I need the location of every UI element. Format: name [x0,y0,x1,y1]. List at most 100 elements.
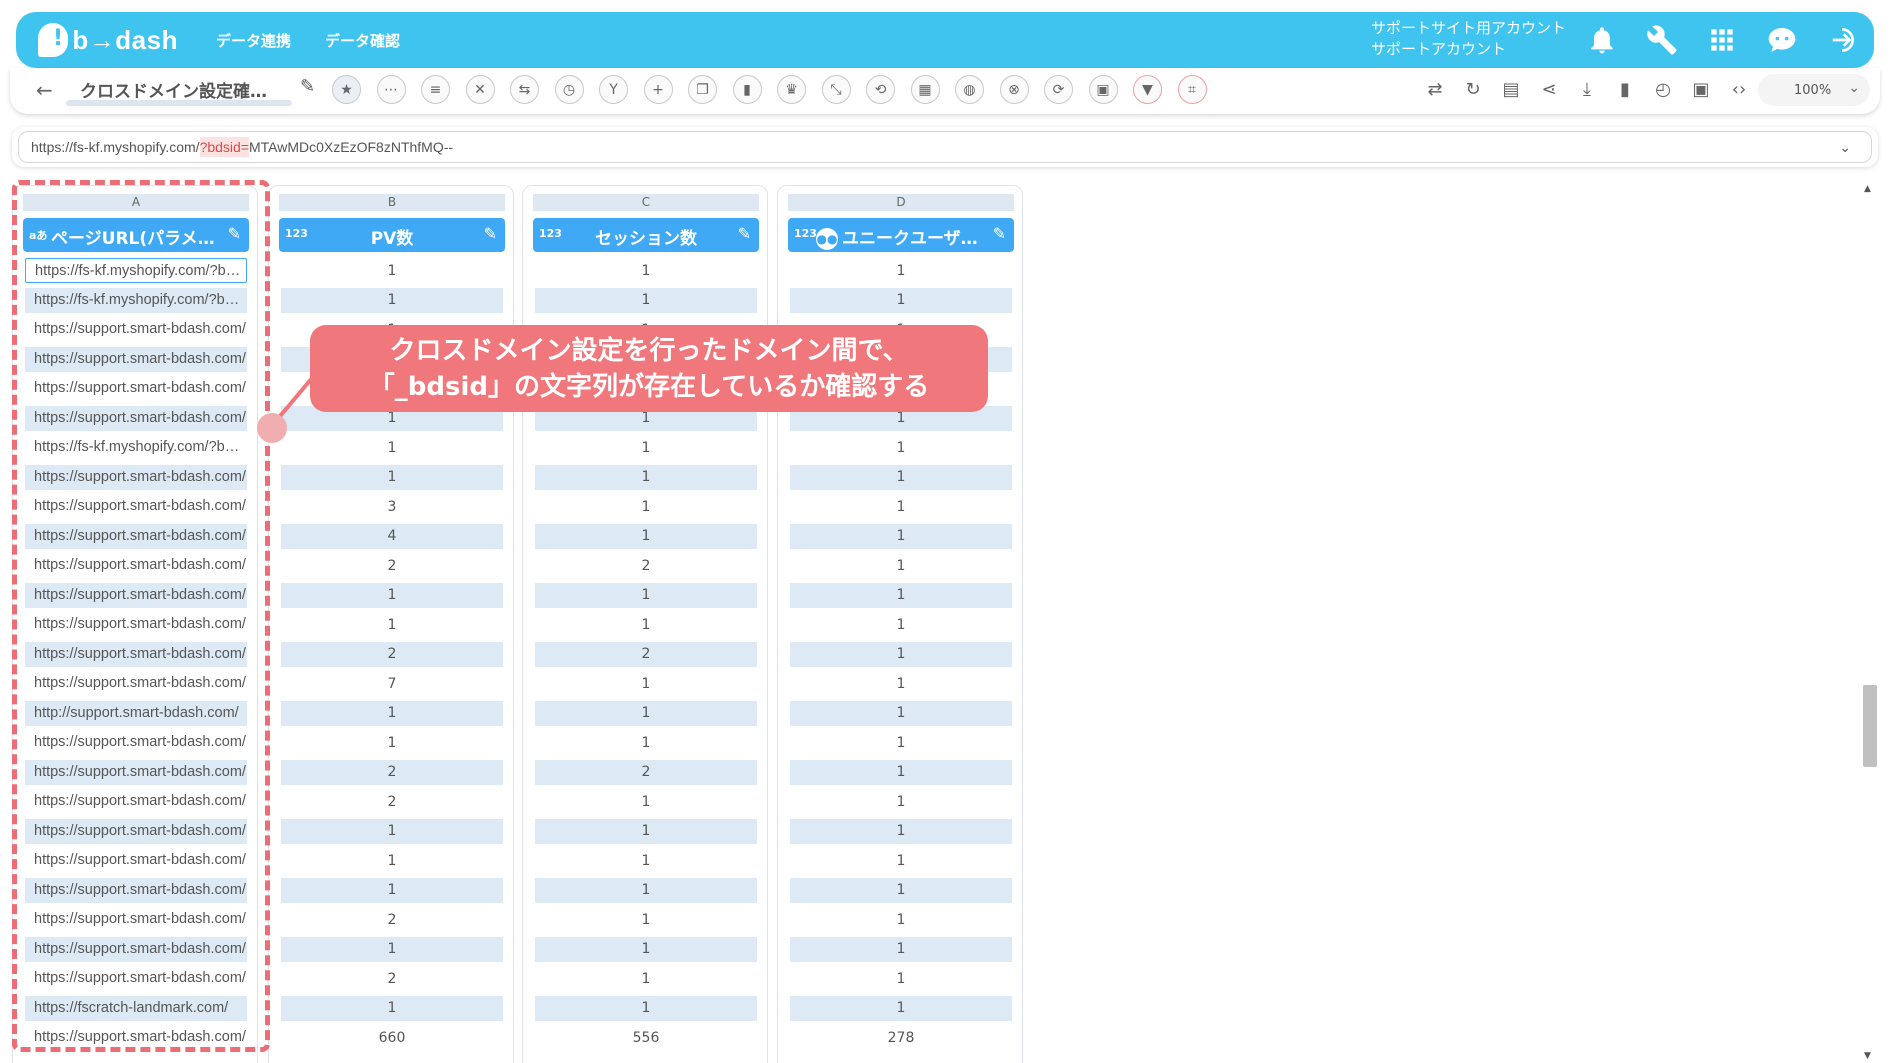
table-cell[interactable]: 1 [281,435,503,460]
table-cell[interactable]: https://support.smart-bdash.com/ [25,612,247,637]
table-cell[interactable]: 1 [790,700,1012,726]
clipboard-icon[interactable]: ▤ [1499,77,1523,101]
table-cell[interactable]: 1 [535,789,757,814]
scroll-up-arrow-icon[interactable]: ▲ [1864,184,1871,194]
table-cell[interactable]: 1 [535,730,757,755]
table-cell[interactable]: https://support.smart-bdash.com/ [25,553,247,578]
url-dropdown-chevron-icon[interactable]: ⌄ [1839,139,1851,156]
table-cell[interactable]: 2 [281,641,503,667]
table-cell[interactable]: 556 [535,1025,757,1050]
filter-icon[interactable]: ▼ [1133,75,1162,104]
recycle-icon[interactable]: ⟳ [1044,75,1073,104]
copy-icon[interactable]: ❐ [688,75,717,104]
url-filter-input[interactable]: https://fs-kf.myshopify.com/?bdsid= MTAwM… [18,131,1872,163]
table-cell[interactable]: 1 [535,907,757,932]
table-cell[interactable]: 1 [535,287,757,313]
account-info[interactable]: サポートサイト用アカウント サポートアカウント [1371,18,1566,60]
branch-icon[interactable]: Y [599,75,628,104]
crown-icon[interactable]: ♛ [777,75,806,104]
column-letter[interactable]: D [788,194,1014,211]
table-cell[interactable]: https://support.smart-bdash.com/ [25,936,247,962]
document-title[interactable]: クロスドメイン設定確認用 [80,77,280,102]
table-cell[interactable]: https://support.smart-bdash.com/ [25,523,247,549]
merge-icon[interactable]: ⇆ [510,75,539,104]
column-header[interactable]: 123 ●● ユニークユーザー数 ✎ [788,218,1014,252]
table-cell[interactable]: 1 [790,759,1012,785]
table-cell[interactable]: 1 [790,464,1012,490]
package-icon[interactable]: ◍ [955,75,984,104]
table-cell[interactable]: https://support.smart-bdash.com/ [25,789,247,814]
edit-column-pencil-icon[interactable]: ✎ [738,224,751,243]
table-cell[interactable]: 7 [281,671,503,696]
table-cell[interactable]: https://support.smart-bdash.com/ [25,671,247,696]
edit-column-pencil-icon[interactable]: ✎ [228,224,241,243]
table-cell[interactable]: 1 [535,582,757,608]
table-cell[interactable]: https://support.smart-bdash.com/ [25,464,247,490]
table-cell[interactable]: https://support.smart-bdash.com/ [25,877,247,903]
table-cell[interactable]: 1 [790,848,1012,873]
cancel-circle-icon[interactable]: ⊗ [999,75,1029,104]
table-cell[interactable]: 1 [790,995,1012,1021]
add-icon[interactable]: + [643,75,673,104]
table-cell[interactable]: 1 [281,700,503,726]
table-cell[interactable]: 1 [790,612,1012,637]
scroll-down-arrow-icon[interactable]: ▼ [1864,1051,1871,1061]
table-cell[interactable]: https://support.smart-bdash.com/ [25,759,247,785]
timer-icon[interactable]: ◷ [554,75,584,104]
column-header[interactable]: aあページURL(パラメータ付き) ✎ [23,218,249,252]
share-icon[interactable]: ⋖ [1537,77,1561,101]
table-cell[interactable]: 1 [535,966,757,991]
trash-icon[interactable]: ▮ [1613,77,1637,101]
table-cell[interactable]: 2 [281,553,503,578]
table-cell[interactable]: 660 [281,1025,503,1050]
table-cell[interactable]: 2 [281,759,503,785]
delete-icon[interactable]: ▮ [732,75,762,104]
table-cell[interactable]: 1 [790,582,1012,608]
table-cell[interactable]: https://support.smart-bdash.com/ [25,641,247,667]
table-cell[interactable]: 1 [790,553,1012,578]
table-cell[interactable]: 1 [535,671,757,696]
table-cell[interactable]: 1 [281,848,503,873]
table-cell[interactable]: 1 [790,818,1012,844]
edit-column-pencil-icon[interactable]: ✎ [993,224,1006,243]
table-cell[interactable]: 1 [790,877,1012,903]
table-cell[interactable]: 1 [790,789,1012,814]
chat-support-icon[interactable] [1766,24,1798,56]
scroll-thumb[interactable] [1863,685,1877,767]
table-cell[interactable]: https://fs-kf.myshopify.com/?bdsid=MTAwM… [25,258,247,284]
table-cell[interactable]: 1 [790,435,1012,460]
table-cell[interactable]: https://support.smart-bdash.com/ [25,818,247,844]
table-cell[interactable]: 1 [790,641,1012,667]
table-cell[interactable]: https://support.smart-bdash.com/ [25,730,247,755]
wrench-icon[interactable] [1646,24,1678,56]
code-icon[interactable]: ‹› [1727,77,1751,101]
table-cell[interactable]: http://support.smart-bdash.com/ [25,700,247,726]
table-cell[interactable]: 2 [281,966,503,991]
table-cell[interactable]: 1 [281,287,503,313]
app-logo[interactable]: b→dash [38,20,178,60]
table-cell[interactable]: 1 [790,258,1012,283]
star-icon[interactable]: ★ [332,75,361,104]
table-cell[interactable]: https://support.smart-bdash.com/ [25,494,247,519]
table-cell[interactable]: 1 [790,494,1012,519]
history-icon[interactable]: ◴ [1651,77,1675,101]
table-cell[interactable]: 2 [535,759,757,785]
table-cell[interactable]: 1 [790,671,1012,696]
table-cell[interactable]: 1 [790,730,1012,755]
table-cell[interactable]: https://support.smart-bdash.com/ [25,376,247,401]
column-letter[interactable]: B [279,194,505,211]
table-cell[interactable]: 1 [535,494,757,519]
more-dots-icon[interactable]: ⋯ [376,75,406,104]
table-cell[interactable]: 1 [281,464,503,490]
table-cell[interactable]: 1 [790,523,1012,549]
edit-column-pencil-icon[interactable]: ✎ [484,224,497,243]
column-letter[interactable]: A [23,194,249,211]
table-cell[interactable]: https://support.smart-bdash.com/ [25,582,247,608]
back-arrow-icon[interactable]: ← [36,78,53,102]
table-cell[interactable]: 1 [281,818,503,844]
table-cell[interactable]: 1 [790,287,1012,313]
data-transform-icon[interactable]: ▦ [910,75,940,104]
edit-title-pencil-icon[interactable]: ✎ [300,76,315,97]
table-cell[interactable]: 2 [281,907,503,932]
repeat-icon[interactable]: ⟲ [866,75,895,104]
